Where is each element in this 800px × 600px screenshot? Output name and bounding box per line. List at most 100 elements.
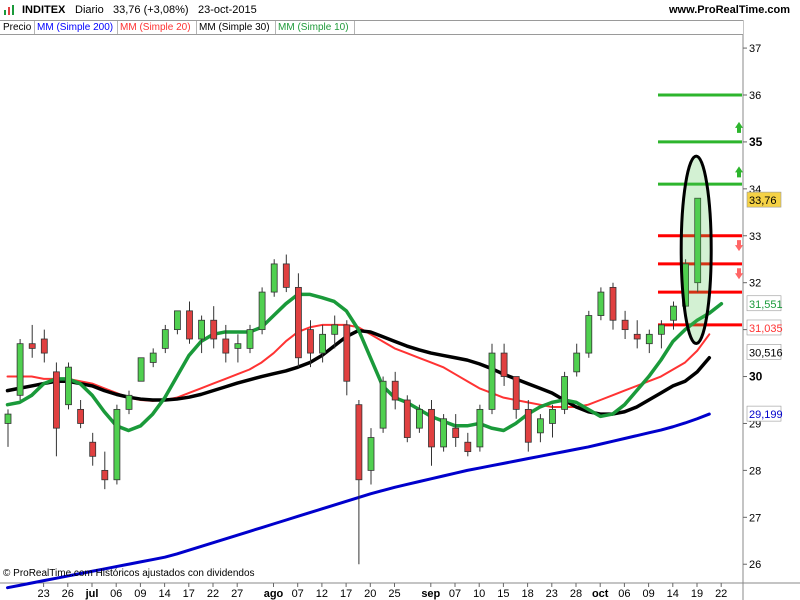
x-tick-label: 06 [618,588,630,600]
highlight-ellipse [679,154,713,346]
candle-body [428,408,435,448]
x-tick-label: 22 [715,588,727,600]
x-tick-label: 17 [340,588,352,600]
y-tick-label: 32 [749,278,761,290]
candle-body [4,413,12,424]
candle-body [403,399,411,438]
candle-body [28,343,36,349]
copyright-note: © ProRealTime.com Históricos ajustados c… [3,568,255,579]
candle [270,259,278,297]
candle [294,273,302,368]
candle-body [633,333,641,340]
y-tick-label: 26 [749,559,761,571]
candle-body [198,319,206,340]
x-tick-label: 09 [642,588,654,600]
candle-body [125,394,133,410]
price-change: 33,76 (+3,08%) [113,4,189,16]
value-label: 33,76 [749,195,777,207]
candle-body [53,371,60,429]
period-label: Diario [75,4,104,16]
candle-body [246,329,254,349]
x-tick-label: 25 [388,588,400,600]
candle-body [561,376,568,410]
y-tick-label: 28 [749,465,761,477]
candle-body [16,343,24,396]
candle-body [355,404,363,481]
candle-body [645,333,653,345]
legend-sma200[interactable]: MM (Simple 200) [37,22,113,33]
ticker-symbol: INDITEX [22,4,66,16]
candle-body [452,427,460,438]
x-tick-label: 14 [667,588,679,600]
candle-body [186,310,193,340]
candle-body [549,408,556,424]
y-tick-label: 33 [749,231,761,243]
y-tick-label: 30 [749,370,763,384]
candle [585,310,593,358]
y-tick-label: 27 [749,512,761,524]
candle-body [609,286,617,321]
candle-body [331,324,339,335]
candle-body [367,437,375,471]
candle-body [161,329,169,349]
candle-body [464,441,472,453]
plot-area [0,34,743,583]
x-tick-label: 18 [521,588,533,600]
x-tick-label: 14 [158,588,170,600]
x-tick-label: ago [264,588,284,600]
candle [16,339,24,400]
value-label: 31,035 [749,323,783,335]
x-tick-label: sep [421,588,440,600]
candle-body [307,329,314,354]
candle [403,395,411,443]
candle-body [101,469,109,481]
chart-logo-icon [4,5,14,15]
candle [379,376,387,433]
candle [561,371,568,415]
candle-body [77,408,84,424]
candle [597,287,605,321]
x-tick-label: 26 [62,588,74,600]
x-tick-label: 23 [37,588,49,600]
candle-body [573,352,581,373]
candle [258,287,266,335]
y-tick-label: 36 [749,90,761,102]
legend-sma30[interactable]: MM (Simple 30) [199,22,270,33]
candle-body [270,263,278,293]
website-link[interactable]: www.ProRealTime.com [669,4,790,16]
candle [476,404,484,452]
candle [440,414,448,452]
candle-body [149,352,157,363]
candle-body [379,380,387,429]
x-tick-label: jul [85,588,99,600]
legend-price[interactable]: Precio [3,22,31,33]
candle-body [391,380,399,401]
value-label: 29,199 [749,409,783,421]
x-tick-label: 06 [110,588,122,600]
candle [137,357,145,382]
value-label: 31,551 [749,299,783,311]
candle-body [282,263,290,288]
legend-sma10[interactable]: MM (Simple 10) [278,22,349,33]
candle-body [415,408,423,429]
candle-body [89,441,97,457]
candle-body [65,366,72,406]
candle-body [137,357,145,382]
candle-body [670,305,677,321]
x-tick-label: 07 [292,588,304,600]
y-tick-label: 35 [749,135,763,149]
candle [113,404,121,485]
candle-body [488,352,496,410]
x-tick-label: 15 [497,588,509,600]
legend-sma20[interactable]: MM (Simple 20) [120,22,191,33]
candle-body [113,408,121,481]
candle-body [440,418,448,448]
candle-body [173,310,181,331]
chart-header: INDITEX Diario 33,76 (+3,08%) 23-oct-201… [0,0,800,20]
y-tick-label: 37 [749,43,761,55]
candle-body [222,338,230,354]
candle-body [658,324,665,335]
x-tick-label: 07 [449,588,461,600]
x-tick-label: 28 [570,588,582,600]
candle [488,343,496,415]
